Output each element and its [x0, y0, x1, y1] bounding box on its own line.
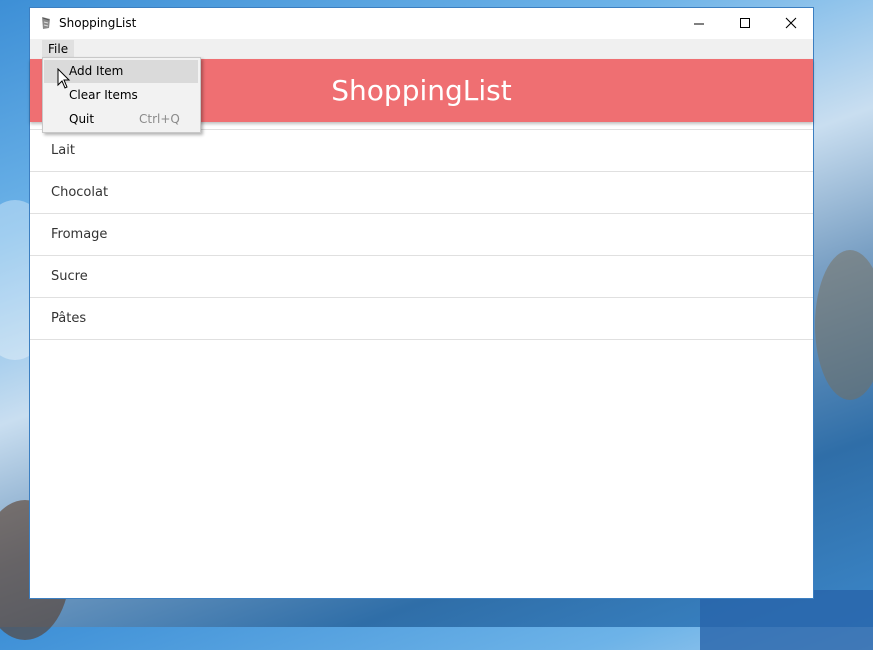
menu-item-quit[interactable]: Quit Ctrl+Q [44, 108, 198, 131]
menu-item-label: Add Item [69, 64, 124, 78]
list-item[interactable]: Sucre [30, 256, 813, 298]
menu-file[interactable]: File [42, 40, 75, 58]
menu-item-label: Quit [69, 112, 95, 126]
maximize-icon [739, 17, 750, 28]
menu-item-label: Clear Items [69, 88, 138, 102]
list-item[interactable]: Fromage [30, 214, 813, 256]
app-icon [42, 17, 50, 29]
minimize-icon [693, 23, 704, 24]
list-item[interactable]: Chocolat [30, 172, 813, 214]
mouse-pointer-icon [57, 68, 71, 89]
window-title: ShoppingList [59, 16, 137, 30]
close-icon [785, 17, 797, 29]
close-button[interactable] [768, 8, 814, 38]
list-item[interactable]: Lait [30, 130, 813, 172]
maximize-button[interactable] [722, 8, 768, 38]
shopping-list: Lait Chocolat Fromage Sucre Pâtes [30, 129, 813, 340]
menu-item-shortcut: Ctrl+Q [139, 112, 180, 126]
minimize-button[interactable] [676, 8, 722, 38]
list-item[interactable]: Pâtes [30, 298, 813, 340]
desktop-sea [700, 590, 873, 650]
menu-bar: File [30, 39, 813, 59]
title-bar[interactable]: ShoppingList [30, 8, 813, 39]
